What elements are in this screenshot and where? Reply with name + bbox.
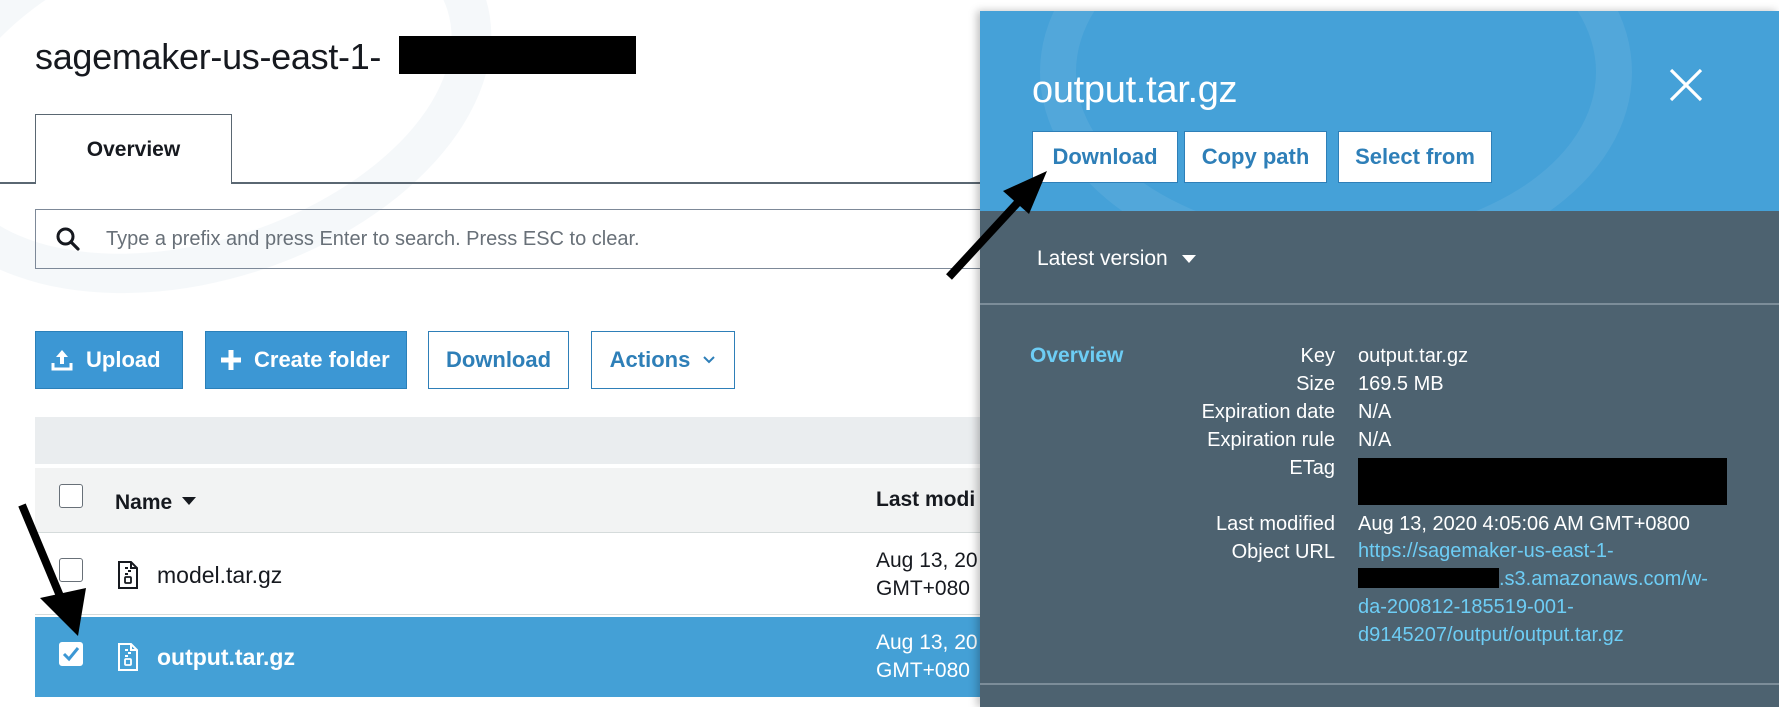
- row-checkbox[interactable]: [59, 558, 83, 582]
- expiration-rule-label: Expiration rule: [1207, 429, 1335, 451]
- upload-button[interactable]: Upload: [35, 331, 183, 389]
- copy-path-button[interactable]: Copy path: [1184, 131, 1327, 183]
- panel-divider: [980, 303, 1779, 305]
- caret-down-icon: [182, 488, 197, 512]
- object-url-link[interactable]: https://sagemaker-us-east-1- .s3.amazona…: [1358, 537, 1728, 649]
- download-button[interactable]: Download: [428, 331, 569, 389]
- table-toolbar-band: [35, 417, 995, 464]
- file-archive-icon: [117, 561, 139, 594]
- file-name[interactable]: output.tar.gz: [157, 644, 295, 671]
- upload-label: Upload: [86, 347, 161, 372]
- select-from-button[interactable]: Select from: [1338, 131, 1492, 183]
- version-label: Latest version: [1037, 247, 1168, 270]
- column-header-name[interactable]: Name: [115, 488, 197, 515]
- expiration-date-value: N/A: [1358, 401, 1392, 423]
- tab-overview[interactable]: Overview: [35, 114, 232, 184]
- upload-icon: [50, 348, 74, 372]
- search-box[interactable]: [35, 209, 995, 269]
- plus-icon: [220, 349, 242, 371]
- last-modified-cell: Aug 13, 20 GMT+080: [876, 549, 978, 600]
- size-label: Size: [1296, 373, 1335, 395]
- caret-down-icon: [1181, 254, 1196, 264]
- panel-download-button[interactable]: Download: [1032, 131, 1178, 183]
- bucket-title: sagemaker-us-east-1-: [35, 36, 382, 77]
- table-row[interactable]: model.tar.gz Aug 13, 20 GMT+080: [35, 535, 995, 615]
- actions-label: Actions: [609, 347, 691, 372]
- object-details-panel: output.tar.gz Download Copy path Select …: [980, 11, 1779, 707]
- checkmark-icon: [61, 644, 81, 669]
- create-folder-label: Create folder: [254, 347, 390, 372]
- key-label: Key: [1300, 345, 1335, 367]
- row-checkbox[interactable]: [59, 642, 83, 666]
- panel-header: output.tar.gz Download Copy path Select …: [980, 11, 1779, 211]
- column-header-last-modified[interactable]: Last modi: [876, 488, 975, 512]
- panel-title: output.tar.gz: [1032, 69, 1238, 111]
- expiration-date-label: Expiration date: [1201, 401, 1335, 423]
- key-value: output.tar.gz: [1358, 345, 1469, 367]
- table-header: Name Last modi: [35, 468, 995, 533]
- overview-section-label[interactable]: Overview: [1030, 344, 1123, 368]
- etag-redaction: [1358, 458, 1727, 505]
- create-folder-button[interactable]: Create folder: [205, 331, 407, 389]
- url-redaction: [1358, 568, 1499, 588]
- panel-divider: [980, 683, 1779, 685]
- close-icon[interactable]: [1668, 67, 1704, 103]
- table-row[interactable]: output.tar.gz Aug 13, 20 GMT+080: [35, 617, 995, 697]
- last-modified-label: Last modified: [1216, 513, 1335, 535]
- last-modified-cell: Aug 13, 20 GMT+080: [876, 631, 978, 682]
- file-archive-icon: [117, 643, 139, 676]
- actions-dropdown[interactable]: Actions: [591, 331, 735, 389]
- search-icon: [55, 226, 81, 252]
- last-modified-value: Aug 13, 2020 4:05:06 AM GMT+0800: [1358, 513, 1690, 535]
- version-dropdown[interactable]: Latest version: [1037, 247, 1196, 271]
- expiration-rule-value: N/A: [1358, 429, 1392, 451]
- redaction-bar: [399, 36, 636, 74]
- etag-label: ETag: [1289, 457, 1335, 479]
- search-input[interactable]: [104, 226, 994, 252]
- chevron-down-icon: [702, 355, 716, 365]
- file-name[interactable]: model.tar.gz: [157, 562, 282, 589]
- size-value: 169.5 MB: [1358, 373, 1444, 395]
- object-url-label: Object URL: [1231, 541, 1335, 563]
- select-all-checkbox[interactable]: [59, 484, 83, 508]
